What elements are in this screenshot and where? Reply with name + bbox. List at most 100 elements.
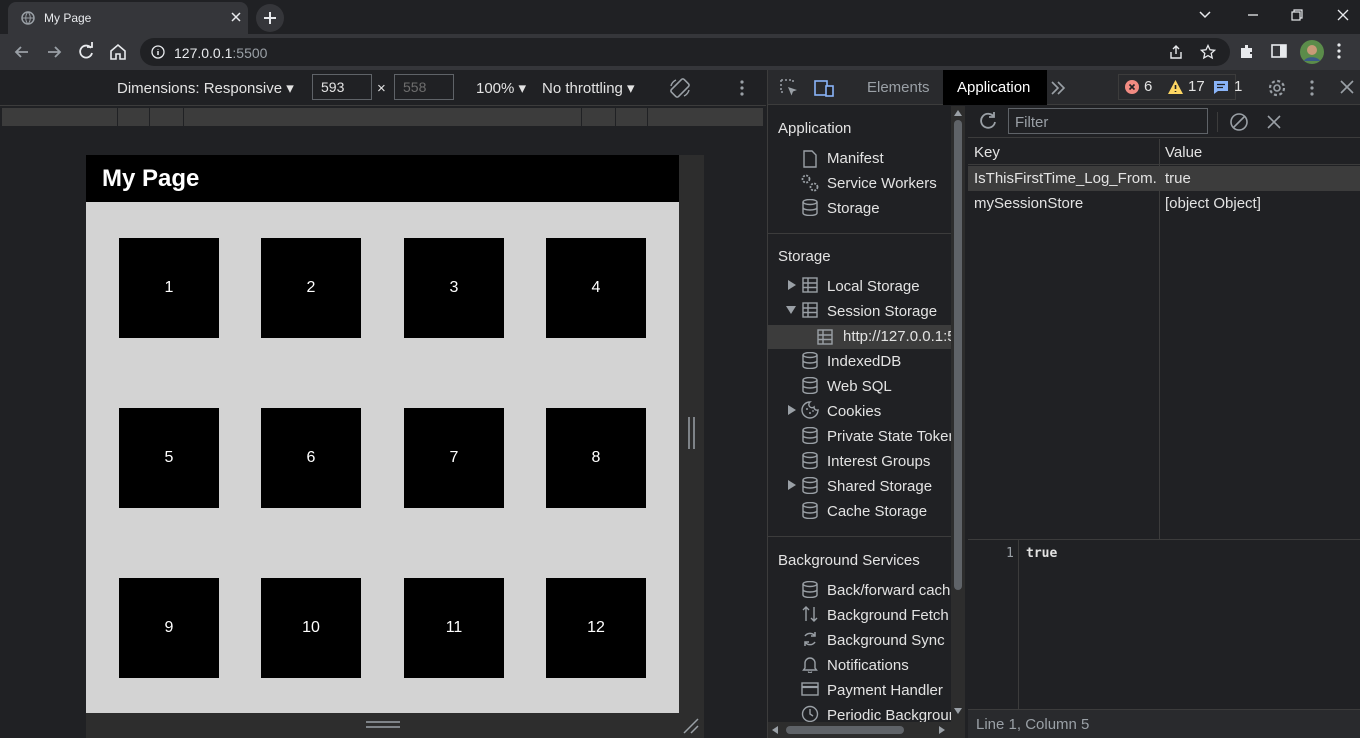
- resize-handle-bottom[interactable]: [86, 713, 679, 738]
- scroll-left-icon[interactable]: [772, 726, 778, 734]
- sidebar-item-cache-storage[interactable]: Cache Storage: [827, 503, 927, 520]
- media-query-bar[interactable]: [0, 106, 766, 128]
- minimize-icon[interactable]: [1244, 6, 1262, 24]
- delete-selected-icon[interactable]: [1267, 115, 1281, 129]
- sidebar-item-payment-handler[interactable]: Payment Handler: [827, 682, 943, 699]
- filter-input[interactable]: Filter: [1008, 108, 1208, 134]
- home-icon[interactable]: [108, 42, 128, 62]
- media-segment[interactable]: [118, 108, 150, 126]
- page-title: My Page: [102, 165, 200, 192]
- page-header: My Page: [86, 155, 679, 202]
- table-row[interactable]: IsThisFirstTime_Log_From... true: [968, 166, 1360, 191]
- resize-handle-right[interactable]: [679, 155, 704, 738]
- sidebar-item-notifications[interactable]: Notifications: [827, 657, 909, 674]
- media-segment[interactable]: [648, 108, 764, 126]
- warning-count: 17: [1188, 78, 1205, 95]
- value-preview-editor[interactable]: 1 true: [968, 539, 1360, 710]
- table-row[interactable]: mySessionStore [object Object]: [968, 191, 1360, 216]
- scroll-down-icon[interactable]: [954, 708, 962, 714]
- side-panel-icon[interactable]: [1270, 42, 1288, 60]
- emulated-page: My Page 1 2 3 4 5 6 7 8 9 10 11 12: [86, 155, 679, 713]
- sidebar-item-service-workers[interactable]: Service Workers: [827, 175, 937, 192]
- scroll-right-icon[interactable]: [939, 726, 945, 734]
- database-icon: [802, 452, 818, 469]
- sidebar-item-web-sql[interactable]: Web SQL: [827, 378, 892, 395]
- clock-icon: [801, 705, 819, 723]
- device-toggle-icon[interactable]: [814, 79, 834, 97]
- zoom-dropdown[interactable]: 100% ▾: [476, 79, 526, 97]
- sidebar-item-session-storage[interactable]: Session Storage: [827, 303, 937, 320]
- media-segment[interactable]: [616, 108, 648, 126]
- emulated-viewport-area: My Page 1 2 3 4 5 6 7 8 9 10 11 12: [0, 128, 766, 738]
- more-menu-icon[interactable]: [1336, 42, 1342, 60]
- sidebar-item-indexeddb[interactable]: IndexedDB: [827, 353, 901, 370]
- refresh-icon[interactable]: [978, 111, 998, 131]
- grid-box: 3: [404, 238, 504, 338]
- expand-arrow-icon[interactable]: [788, 405, 796, 415]
- scrollbar-thumb[interactable]: [954, 120, 962, 590]
- rotate-icon[interactable]: [668, 76, 692, 100]
- inspect-element-icon[interactable]: [780, 79, 798, 97]
- avatar[interactable]: [1300, 40, 1324, 64]
- reload-icon[interactable]: [76, 42, 96, 62]
- sidebar-item-session-origin[interactable]: http://127.0.0.1:5: [768, 325, 951, 349]
- column-header-value[interactable]: Value: [1165, 144, 1202, 161]
- media-segment[interactable]: [150, 108, 184, 126]
- sidebar-item-shared-storage[interactable]: Shared Storage: [827, 478, 932, 495]
- back-icon[interactable]: [12, 42, 32, 62]
- share-icon[interactable]: [1168, 44, 1184, 60]
- close-devtools-icon[interactable]: [1340, 80, 1354, 94]
- width-input[interactable]: 593: [312, 74, 372, 100]
- address-bar[interactable]: 127.0.0.1:5500: [140, 38, 1230, 66]
- divider: [768, 233, 951, 234]
- sidebar-item-storage[interactable]: Storage: [827, 200, 880, 217]
- sidebar-item-private-state-tokens[interactable]: Private State Tokens: [827, 428, 951, 445]
- grid-box: 6: [261, 408, 361, 508]
- info-icon[interactable]: [151, 45, 165, 59]
- tab-elements[interactable]: Elements: [867, 79, 930, 96]
- sidebar-item-interest-groups[interactable]: Interest Groups: [827, 453, 930, 470]
- settings-gear-icon[interactable]: [1267, 78, 1287, 98]
- media-segment[interactable]: [184, 108, 582, 126]
- device-more-icon[interactable]: [739, 79, 745, 97]
- column-header-key[interactable]: Key: [974, 144, 1000, 161]
- throttling-dropdown[interactable]: No throttling ▾: [542, 79, 635, 97]
- warning-icon: [1168, 80, 1183, 94]
- scroll-up-icon[interactable]: [954, 110, 962, 116]
- line-number: 1: [1006, 546, 1014, 561]
- tab-application[interactable]: Application: [943, 70, 1047, 105]
- expand-arrow-icon[interactable]: [788, 480, 796, 490]
- close-window-icon[interactable]: [1334, 6, 1352, 24]
- new-tab-button[interactable]: [256, 4, 284, 32]
- scrollbar-thumb[interactable]: [786, 726, 904, 734]
- extensions-icon[interactable]: [1238, 42, 1256, 60]
- grid-box: 4: [546, 238, 646, 338]
- sidebar-item-bfcache[interactable]: Back/forward cache: [827, 582, 951, 599]
- sidebar-item-background-sync[interactable]: Background Sync: [827, 632, 945, 649]
- media-segment[interactable]: [2, 108, 118, 126]
- restore-icon[interactable]: [1288, 6, 1306, 24]
- expand-arrow-icon[interactable]: [788, 280, 796, 290]
- sidebar-item-manifest[interactable]: Manifest: [827, 150, 884, 167]
- forward-icon[interactable]: [44, 42, 64, 62]
- clear-all-icon[interactable]: [1229, 112, 1249, 132]
- star-icon[interactable]: [1200, 44, 1216, 60]
- grid-box: 11: [404, 578, 504, 678]
- browser-tab[interactable]: My Page: [8, 2, 248, 34]
- collapse-arrow-icon[interactable]: [786, 306, 796, 314]
- height-input[interactable]: 558: [394, 74, 454, 100]
- chevron-down-icon[interactable]: [1196, 6, 1214, 24]
- media-segment[interactable]: [582, 108, 616, 126]
- dimensions-dropdown[interactable]: Dimensions: Responsive ▾: [117, 79, 294, 97]
- sidebar-item-cookies[interactable]: Cookies: [827, 403, 881, 420]
- sidebar-item-local-storage[interactable]: Local Storage: [827, 278, 920, 295]
- session-storage-view: Filter Key Value IsThisFirstTime_Log_Fro…: [968, 106, 1360, 738]
- sidebar-item-background-fetch[interactable]: Background Fetch: [827, 607, 949, 624]
- horizontal-scrollbar[interactable]: [768, 722, 951, 738]
- more-tabs-icon[interactable]: [1050, 81, 1066, 95]
- sidebar-vertical-scrollbar[interactable]: [951, 106, 965, 738]
- error-icon: [1125, 80, 1139, 94]
- resize-corner-icon[interactable]: [683, 718, 699, 734]
- devtools-more-icon[interactable]: [1309, 79, 1315, 97]
- close-tab-icon[interactable]: [230, 11, 242, 23]
